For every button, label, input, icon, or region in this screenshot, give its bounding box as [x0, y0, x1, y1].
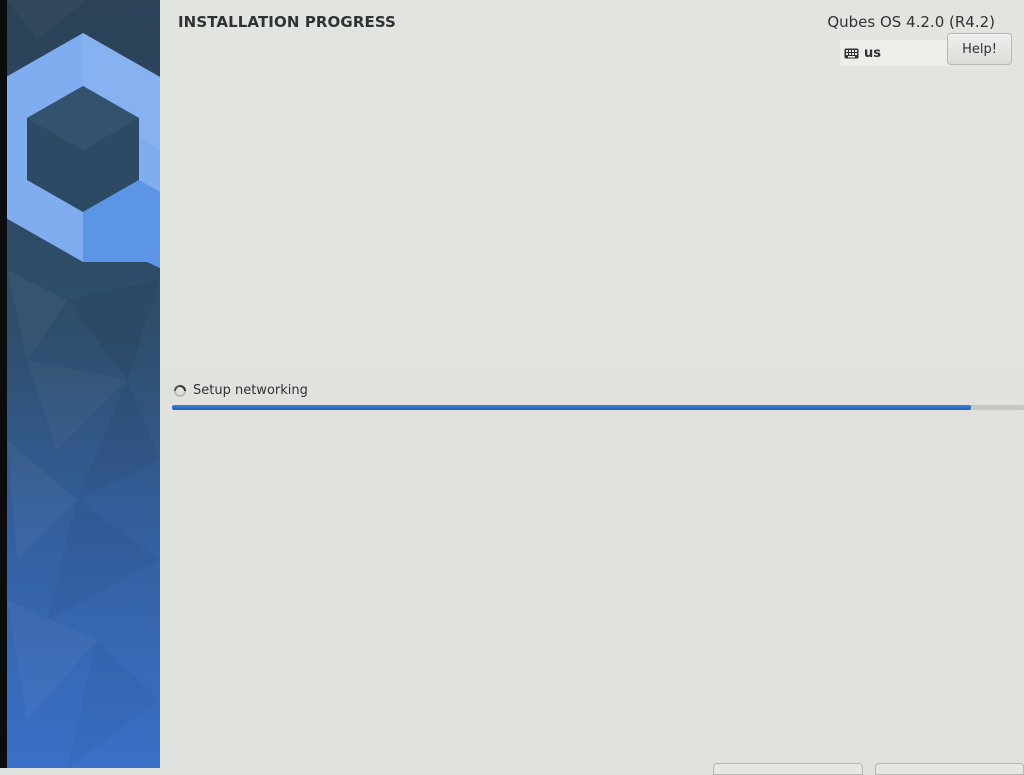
status-text: Setup networking — [193, 383, 308, 398]
install-progress-fill — [172, 405, 972, 410]
product-title: Qubes OS 4.2.0 (R4.2) — [827, 13, 995, 31]
screen-edge — [0, 0, 7, 768]
quit-button[interactable] — [713, 763, 863, 775]
main-panel: INSTALLATION PROGRESS Qubes OS 4.2.0 (R4… — [160, 0, 1024, 775]
help-button[interactable]: Help! — [947, 33, 1012, 65]
keyboard-layout-indicator[interactable]: us — [840, 40, 950, 66]
page-title: INSTALLATION PROGRESS — [178, 13, 396, 31]
sidebar — [7, 0, 160, 768]
spinner-icon — [173, 384, 187, 398]
finish-button[interactable] — [875, 763, 1024, 775]
keyboard-layout-label: us — [864, 45, 881, 61]
sidebar-background — [7, 0, 160, 768]
install-status: Setup networking — [173, 383, 308, 398]
install-progress-bar — [172, 405, 1024, 410]
keyboard-icon — [844, 48, 859, 59]
